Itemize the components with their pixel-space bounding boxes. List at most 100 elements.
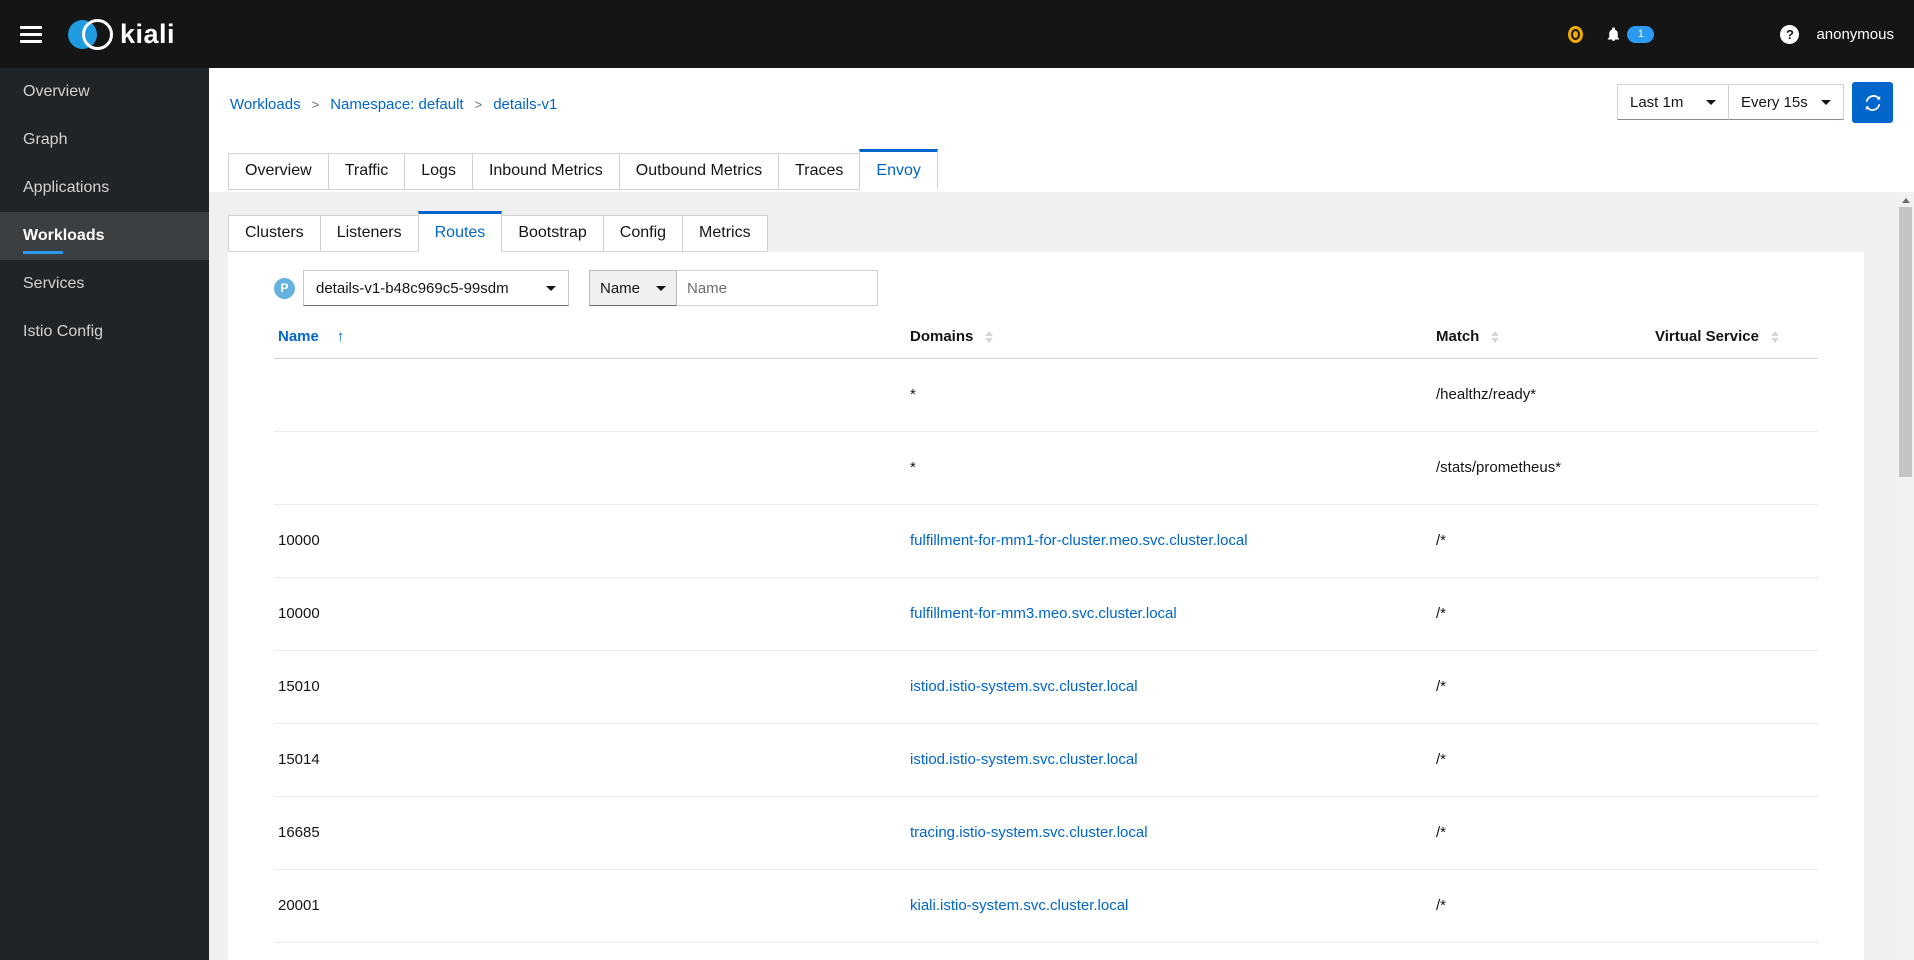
table-row: 15010 istiod.istio-system.svc.cluster.loc… [274,650,1818,724]
routes-table: Name ↑ Domains Match Virtual Service * /healt… [274,316,1818,943]
tab-overview[interactable]: Overview [228,153,329,190]
sidebar-item-graph[interactable]: Graph [0,116,209,164]
breadcrumb: Workloads > Namespace: default > details-v1 [230,96,557,113]
help-icon[interactable]: ? [1780,24,1800,44]
cell-virtual-service [1655,650,1818,724]
domain-link[interactable]: istiod.istio-system.svc.cluster.local [910,678,1138,695]
breadcrumb-item-namespace-default[interactable]: Namespace: default [330,96,463,113]
column-header-label: Name [278,328,319,346]
sidebar-item-applications[interactable]: Applications [0,164,209,212]
breadcrumb-separator-icon: > [474,97,483,112]
cell-domains: fulfillment-for-mm3.meo.svc.cluster.loca… [910,577,1436,651]
cell-match: /healthz/ready* [1436,358,1655,432]
domain-text: * [910,386,916,403]
column-header-label: Domains [910,328,974,346]
breadcrumb-item-details-v1[interactable]: details-v1 [493,96,557,113]
sort-down-icon [1770,338,1779,344]
sort-up-icon [1491,331,1500,337]
cell-match: /* [1436,650,1655,724]
sidebar-item-services[interactable]: Services [0,260,209,308]
cell-match: /stats/prometheus* [1436,431,1655,505]
tab-traffic[interactable]: Traffic [327,153,406,190]
cell-domains: fulfillment-for-mm1-for-cluster.meo.svc.… [910,504,1436,578]
sidebar-item-istio-config[interactable]: Istio Config [0,308,209,356]
cell-domains: * [910,431,1436,505]
notifications-button[interactable]: 1 [1605,25,1655,43]
pod-dropdown[interactable]: details-v1-b48c969c5-99sdm [303,270,569,306]
bell-icon [1608,26,1620,41]
cell-virtual-service [1655,358,1818,432]
domain-link[interactable]: istiod.istio-system.svc.cluster.local [910,751,1138,768]
notification-count-badge: 1 [1627,25,1655,43]
domain-link[interactable]: fulfillment-for-mm1-for-cluster.meo.svc.… [910,532,1248,549]
subtab-config[interactable]: Config [602,215,684,252]
sort-down-icon [985,338,994,344]
column-header-name[interactable]: Name ↑ [274,316,910,359]
sort-up-icon [985,331,994,337]
subtab-metrics[interactable]: Metrics [682,215,768,252]
scroll-up-icon[interactable] [1901,198,1910,203]
sort-up-icon [1770,331,1779,337]
tab-inbound-metrics[interactable]: Inbound Metrics [471,153,620,190]
table-row: * /healthz/ready* [274,358,1818,432]
domain-link[interactable]: tracing.istio-system.svc.cluster.local [910,824,1148,841]
cell-virtual-service [1655,796,1818,870]
scrollbar-thumb[interactable] [1899,207,1912,477]
breadcrumb-item-workloads[interactable]: Workloads [230,96,301,113]
subtab-listeners[interactable]: Listeners [319,215,419,252]
subtab-bootstrap[interactable]: Bootstrap [501,215,604,252]
column-header-match[interactable]: Match [1436,316,1655,359]
istio-status-icon[interactable] [1568,25,1584,43]
domain-link[interactable]: fulfillment-for-mm3.meo.svc.cluster.loca… [910,605,1177,622]
cell-domains: tracing.istio-system.svc.cluster.local [910,796,1436,870]
sidebar-item-label: Istio Config [23,323,104,340]
table-row: * /stats/prometheus* [274,431,1818,505]
username-menu[interactable]: anonymous [1816,26,1894,43]
cell-virtual-service [1655,723,1818,797]
domain-link[interactable]: kiali.istio-system.svc.cluster.local [910,897,1128,914]
duration-value: Last 1m [1630,93,1684,111]
vertical-scrollbar[interactable] [1897,192,1914,960]
cell-match: /* [1436,577,1655,651]
sort-icon [1491,331,1500,344]
kiali-logo-ring-icon [82,18,113,50]
column-header-label: Virtual Service [1655,328,1759,346]
refresh-interval-dropdown[interactable]: Every 15s [1728,84,1844,120]
sidebar-nav: Overview Graph Applications Workloads Servic… [0,68,209,960]
table-row: 10000 fulfillment-for-mm3.meo.svc.cluster… [274,577,1818,651]
routes-table-body: */healthz/ready* */stats/prometheus* 10000… [274,358,1818,943]
table-row: 20001 kiali.istio-system.svc.cluster.loca… [274,869,1818,943]
pod-dropdown-value: details-v1-b48c969c5-99sdm [316,279,509,297]
chevron-down-icon [656,285,666,291]
kiali-brand[interactable]: kiali [68,18,176,50]
cell-virtual-service [1655,504,1818,578]
tab-logs[interactable]: Logs [404,153,473,190]
table-row: 15014 istiod.istio-system.svc.cluster.loc… [274,723,1818,797]
refresh-button[interactable] [1852,82,1893,123]
sort-down-icon [1491,338,1500,344]
cell-name [274,431,910,505]
brand-name: kiali [120,18,176,49]
route-filter-input[interactable] [677,270,878,306]
cell-name [274,358,910,432]
app-masthead: kiali 1 ? anonymous [0,0,1914,68]
column-header-label: Match [1436,328,1480,346]
subtab-clusters[interactable]: Clusters [228,215,321,252]
nav-toggle-hamburger-icon[interactable] [20,25,42,43]
cell-name: 15010 [274,650,910,724]
tab-envoy[interactable]: Envoy [859,149,938,190]
filter-type-dropdown[interactable]: Name [589,270,677,306]
cell-domains: kiali.istio-system.svc.cluster.local [910,869,1436,943]
tab-traces[interactable]: Traces [778,153,861,190]
sidebar-item-overview[interactable]: Overview [0,68,209,116]
duration-dropdown[interactable]: Last 1m [1617,84,1729,120]
page-header-section: Workloads > Namespace: default > details-v1 … [209,68,1914,192]
column-header-domains[interactable]: Domains [910,316,1436,359]
workload-tabs: Overview Traffic Logs Inbound Metrics Outbou… [228,149,938,190]
cell-name: 10000 [274,577,910,651]
subtab-routes[interactable]: Routes [417,211,503,252]
tab-outbound-metrics[interactable]: Outbound Metrics [618,153,780,190]
tab-content: Clusters Listeners Routes Bootstrap Config Me… [209,192,1914,960]
sidebar-item-workloads[interactable]: Workloads [0,212,209,260]
column-header-virtual-service[interactable]: Virtual Service [1655,316,1818,359]
